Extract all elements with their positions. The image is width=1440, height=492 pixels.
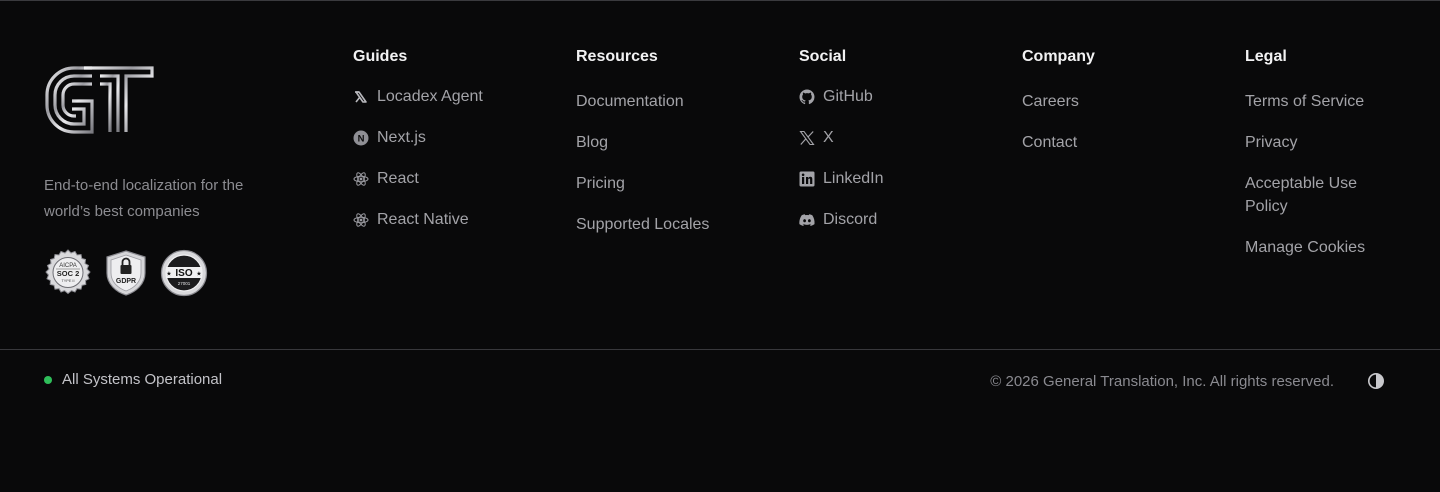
legal-list: Terms of Service Privacy Acceptable Use … bbox=[1245, 90, 1410, 259]
react-icon bbox=[353, 208, 369, 231]
social-column: Social GitHub X LinkedIn Discord bbox=[799, 47, 999, 249]
site-footer: End-to-end localization for the world’s … bbox=[0, 0, 1440, 492]
legal-heading: Legal bbox=[1245, 48, 1287, 65]
svg-text:ISO: ISO bbox=[175, 268, 192, 279]
company-heading: Company bbox=[1022, 48, 1095, 65]
company-column: Company Careers Contact bbox=[1022, 47, 1222, 172]
svg-text:★: ★ bbox=[166, 271, 171, 278]
brand-block: End-to-end localization for the world’s … bbox=[44, 65, 304, 297]
company-link-careers[interactable]: Careers bbox=[1022, 90, 1222, 113]
linkedin-icon bbox=[799, 167, 815, 190]
guide-label: Locadex Agent bbox=[377, 88, 483, 105]
guide-link-nextjs[interactable]: N Next.js bbox=[353, 126, 553, 149]
social-label: GitHub bbox=[823, 88, 873, 105]
legal-link-acceptable-use[interactable]: Acceptable Use Policy bbox=[1245, 172, 1395, 218]
social-label: LinkedIn bbox=[823, 170, 884, 187]
x-icon bbox=[799, 126, 815, 149]
svg-text:SOC 2: SOC 2 bbox=[57, 269, 80, 278]
resource-link-documentation[interactable]: Documentation bbox=[576, 90, 776, 113]
resources-column: Resources Documentation Blog Pricing Sup… bbox=[576, 47, 776, 254]
svg-text:★: ★ bbox=[196, 271, 201, 278]
guide-label: React Native bbox=[377, 211, 469, 228]
status-text: All Systems Operational bbox=[62, 371, 223, 388]
legal-link-terms[interactable]: Terms of Service bbox=[1245, 90, 1410, 113]
gt-logo[interactable] bbox=[44, 65, 304, 135]
guide-label: Next.js bbox=[377, 129, 426, 146]
guide-link-locadex-agent[interactable]: Locadex Agent bbox=[353, 85, 553, 108]
svg-text:GDPR: GDPR bbox=[116, 278, 136, 285]
svg-text:N: N bbox=[358, 133, 365, 144]
social-label: Discord bbox=[823, 211, 878, 228]
guides-heading: Guides bbox=[353, 48, 408, 65]
legal-link-privacy[interactable]: Privacy bbox=[1245, 131, 1410, 154]
social-link-x[interactable]: X bbox=[799, 126, 999, 149]
guides-column: Guides Locadex Agent N Next.js React Rea… bbox=[353, 47, 553, 249]
svg-text:TYPE II: TYPE II bbox=[61, 279, 74, 283]
system-status[interactable]: All Systems Operational bbox=[44, 370, 222, 390]
locadex-icon bbox=[353, 85, 369, 108]
resources-heading: Resources bbox=[576, 48, 658, 65]
react-icon bbox=[353, 167, 369, 190]
guide-label: React bbox=[377, 170, 419, 187]
guides-list: Locadex Agent N Next.js React React Nati… bbox=[353, 85, 553, 231]
copyright-text: © 2026 General Translation, Inc. All rig… bbox=[990, 373, 1334, 390]
footer-divider bbox=[0, 349, 1440, 350]
social-heading: Social bbox=[799, 48, 847, 65]
social-list: GitHub X LinkedIn Discord bbox=[799, 85, 999, 231]
resource-link-supported-locales[interactable]: Supported Locales bbox=[576, 213, 776, 236]
legal-link-manage-cookies[interactable]: Manage Cookies bbox=[1245, 236, 1410, 259]
social-link-github[interactable]: GitHub bbox=[799, 85, 999, 108]
guide-link-react[interactable]: React bbox=[353, 167, 553, 190]
guide-link-react-native[interactable]: React Native bbox=[353, 208, 553, 231]
theme-toggle-button[interactable] bbox=[1367, 372, 1385, 390]
soc2-badge-icon: AICPA SOC 2 TYPE II bbox=[45, 249, 91, 295]
status-dot-icon bbox=[44, 376, 52, 384]
contrast-icon bbox=[1368, 373, 1384, 389]
compliance-badges: AICPA SOC 2 TYPE II GDPR ISO 27001 ★ ★ bbox=[44, 249, 304, 297]
brand-tagline: End-to-end localization for the world’s … bbox=[44, 177, 244, 220]
svg-text:27001: 27001 bbox=[178, 281, 191, 286]
social-label: X bbox=[823, 129, 834, 146]
iso-badge-icon: ISO 27001 ★ ★ bbox=[160, 249, 208, 297]
company-list: Careers Contact bbox=[1022, 90, 1222, 154]
gt-logo-icon bbox=[45, 66, 154, 134]
social-link-linkedin[interactable]: LinkedIn bbox=[799, 167, 999, 190]
github-icon bbox=[799, 85, 815, 108]
social-link-discord[interactable]: Discord bbox=[799, 208, 999, 231]
legal-column: Legal Terms of Service Privacy Acceptabl… bbox=[1245, 47, 1410, 277]
discord-icon bbox=[799, 208, 815, 231]
gdpr-badge-icon: GDPR bbox=[106, 250, 146, 296]
resource-link-pricing[interactable]: Pricing bbox=[576, 172, 776, 195]
nextjs-icon: N bbox=[353, 126, 369, 149]
resources-list: Documentation Blog Pricing Supported Loc… bbox=[576, 90, 776, 236]
company-link-contact[interactable]: Contact bbox=[1022, 131, 1222, 154]
resource-link-blog[interactable]: Blog bbox=[576, 131, 776, 154]
